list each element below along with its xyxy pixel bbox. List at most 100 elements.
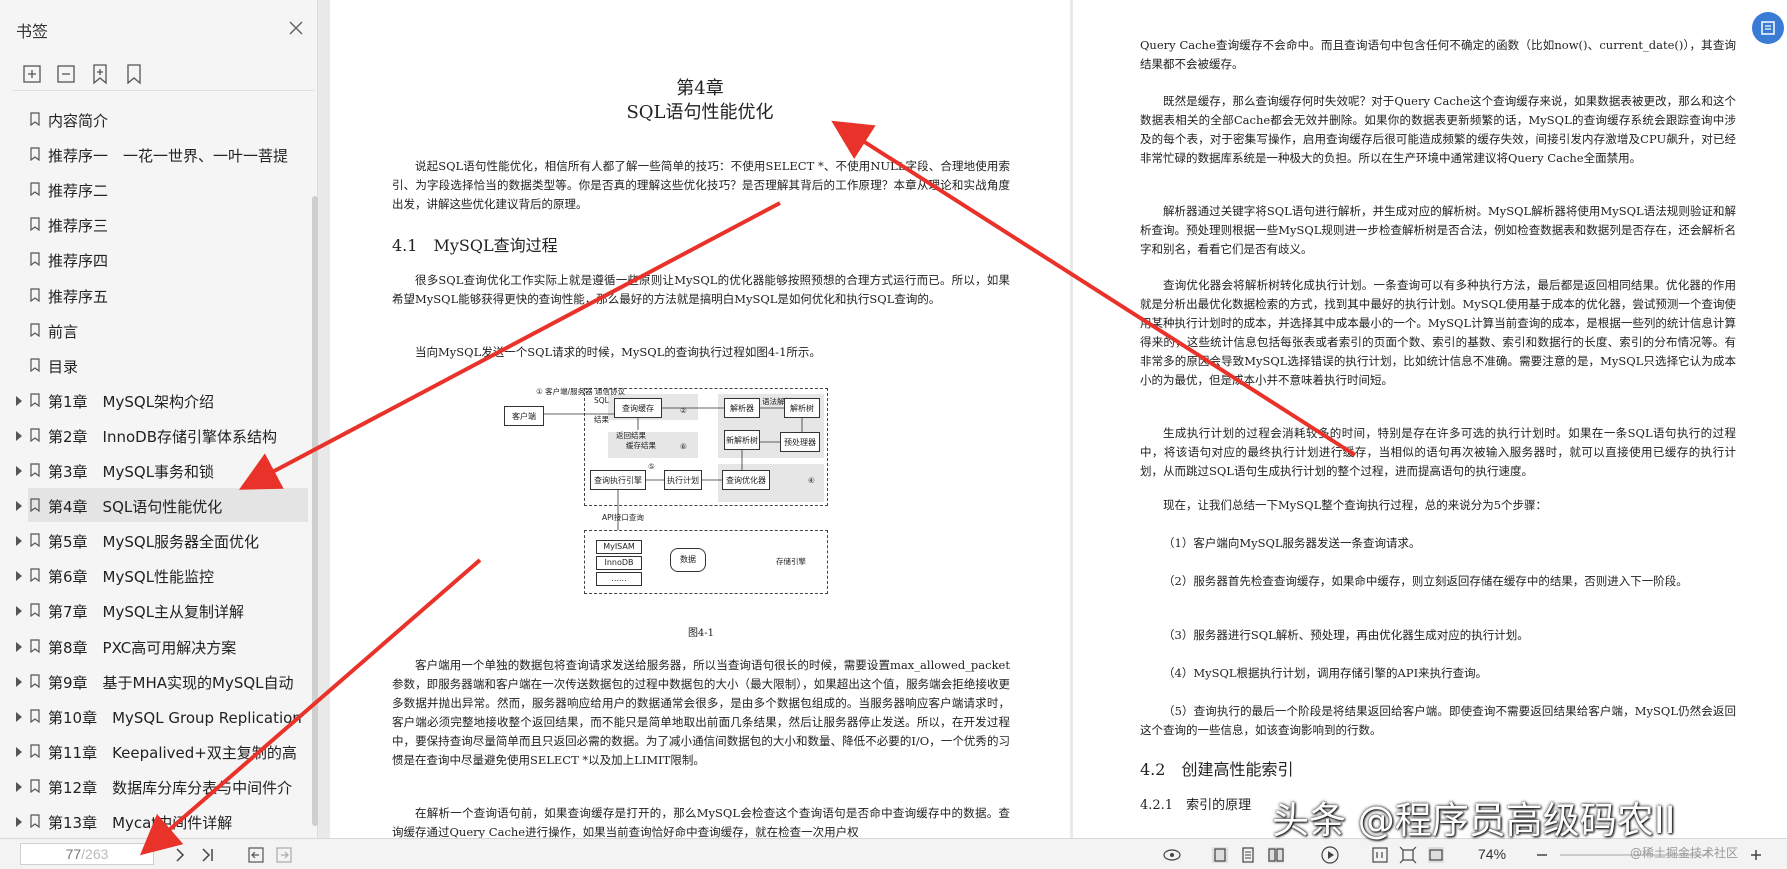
section-heading: 4.1 MySQL查询过程: [392, 236, 558, 255]
bookmark-item[interactable]: 推荐序五: [28, 278, 308, 312]
paragraph: 客户端用一个单独的数据包将查询请求发送给服务器，所以当查询语句很长的时候，需要设…: [392, 658, 1010, 767]
bookmark-label: 第5章 MySQL服务器全面优化: [48, 533, 260, 552]
bookmark-label: 推荐序一 一花一世界、一叶一菩提: [48, 147, 289, 166]
step-item: （4）MySQL根据执行计划，调用存储引擎的API来执行查询。: [1163, 666, 1488, 680]
bookmark-label: 前言: [48, 322, 79, 341]
bookmark-item[interactable]: 第4章 SQL语句性能优化: [16, 488, 308, 523]
close-icon[interactable]: [284, 16, 308, 40]
document-viewer: 第4章 SQL语句性能优化 说起SQL语句性能优化，相信所有人都了解一些简单的技…: [318, 0, 1787, 838]
bookmark-list: 内容简介推荐序一 一花一世界、一叶一菩提 推荐序二推荐序三推荐序四推荐序五前言目录…: [0, 102, 310, 838]
bookmark-item[interactable]: 第12章 数据库分库分表与中间件介: [16, 769, 308, 803]
forward-icon[interactable]: [274, 845, 294, 865]
figure-query-process: 客户端 ① 客户端/服务器 通信协议 SQL 结果 查询缓存 ② 解析器 语法解…: [490, 384, 870, 644]
bookmark-item[interactable]: 推荐序二: [28, 172, 308, 206]
chapter-number: 第4章: [676, 78, 724, 99]
bookmark-label: 第3章 MySQL事务和锁: [48, 463, 215, 481]
sidebar-toolbar: [0, 58, 318, 94]
expand-arrow-icon[interactable]: [16, 536, 22, 547]
bookmark-item[interactable]: 第11章 Keepalived+双主复制的高: [16, 734, 308, 768]
bookmark-item[interactable]: 推荐序四: [28, 242, 308, 276]
bookmark-label: 推荐序五: [48, 287, 109, 306]
bookmark-flag-icon: [30, 252, 40, 267]
continuous-page-icon[interactable]: [1238, 845, 1258, 865]
watermark-text: 头条 @程序员高级码农II: [1272, 799, 1676, 842]
bookmark-item[interactable]: 第7章 MySQL主从复制详解: [16, 593, 308, 627]
paragraph: Query Cache查询缓存不会命中。而且查询语句中包含任何不确定的函数（比如…: [1140, 38, 1736, 71]
fit-width-icon[interactable]: [1426, 845, 1446, 865]
bookmark-item[interactable]: 第5章 MySQL服务器全面优化: [16, 523, 308, 557]
expand-arrow-icon[interactable]: [16, 466, 22, 476]
eye-icon[interactable]: [1162, 845, 1182, 865]
intro-paragraph: 说起SQL语句性能优化，相信所有人都了解一些简单的技巧：不使用SELECT *、…: [392, 159, 1010, 211]
bookmark-item[interactable]: 第10章 MySQL Group Replication: [16, 699, 308, 733]
expand-arrow-icon[interactable]: [16, 430, 22, 441]
floating-action-button[interactable]: [1752, 12, 1784, 44]
last-page-icon[interactable]: [198, 845, 218, 865]
expand-arrow-icon[interactable]: [16, 676, 22, 687]
bookmark-item[interactable]: 推荐序三: [28, 207, 308, 241]
bookmark-sidebar: 书签 内容简介 推荐序一 一花一世界、一叶一菩提 推荐序二 推荐序三 推荐序四 …: [0, 0, 318, 838]
expand-arrow-icon[interactable]: [16, 571, 22, 582]
bookmark-label: 第2章 InnoDB存储引擎体系结构: [48, 427, 278, 446]
expand-arrow-icon[interactable]: [16, 817, 22, 827]
bookmark-item[interactable]: 第2章 InnoDB存储引擎体系结构: [16, 418, 308, 452]
bookmark-item[interactable]: 第9章 基于MHA实现的MySQL自动: [16, 664, 308, 698]
bookmark-label: 内容简介: [48, 112, 109, 130]
expand-arrow-icon[interactable]: [16, 606, 22, 617]
bookmark-item[interactable]: 目录: [28, 348, 308, 382]
bookmark-label: 推荐序二: [48, 182, 109, 201]
collapse-all-icon[interactable]: [54, 62, 78, 86]
bookmark-flag-icon: [30, 358, 40, 372]
bookmark-flag-icon: [30, 428, 40, 442]
section-heading: 4.2 创建高性能索引: [1140, 760, 1294, 779]
paragraph: 解析器通过关键字将SQL语句进行解析，并生成对应的解析树。MySQL解析器将使用…: [1140, 204, 1736, 256]
expand-arrow-icon[interactable]: [16, 501, 22, 512]
document-icon: [1761, 21, 1775, 35]
watermark-subtext: @稀土掘金技术社区: [1630, 846, 1739, 860]
zoom-level[interactable]: 74%: [1478, 846, 1506, 862]
play-icon[interactable]: [1320, 845, 1340, 865]
zoom-out-icon[interactable]: [1532, 845, 1552, 865]
chapter-title: SQL语句性能优化: [626, 102, 774, 123]
bookmark-item[interactable]: 内容简介: [28, 102, 308, 136]
page-number-input[interactable]: 77/263: [20, 843, 154, 865]
two-page-icon[interactable]: [1266, 845, 1286, 865]
pdf-page-right: Query Cache查询缓存不会命中。而且查询语句中包含任何不确定的函数（比如…: [1073, 0, 1787, 838]
bookmark-icon[interactable]: [122, 62, 146, 86]
bookmark-item[interactable]: 第13章 Mycat中间件详解: [16, 804, 308, 838]
expand-all-icon[interactable]: [20, 62, 44, 86]
bookmark-label: 推荐序四: [48, 252, 109, 271]
expand-arrow-icon[interactable]: [16, 781, 22, 792]
bookmark-item[interactable]: 推荐序一 一花一世界、一叶一菩提: [28, 137, 308, 171]
paragraph: 在解析一个查询语句前，如果查询缓存是打开的，那么MySQL会检查这个查询语句是否…: [392, 806, 1010, 838]
current-page: 77: [65, 846, 82, 862]
expand-arrow-icon[interactable]: [16, 641, 22, 652]
bookmark-flag-icon: [30, 603, 40, 618]
bookmark-item[interactable]: 第6章 MySQL性能监控: [16, 558, 308, 592]
bookmark-flag-icon: [30, 322, 40, 337]
bookmark-item[interactable]: 第1章 MySQL架构介绍: [16, 383, 308, 417]
bookmark-item[interactable]: 第3章 MySQL事务和锁: [16, 453, 308, 487]
sidebar-header: 书签: [0, 0, 318, 58]
bookmark-item[interactable]: 第8章 PXC高可用解决方案: [16, 629, 308, 663]
bookmark-flag-icon: [30, 147, 40, 162]
step-item: （5）查询执行的最后一个阶段是将结果返回给客户端。即使查询不需要返回结果给客户端…: [1140, 704, 1736, 737]
add-bookmark-icon[interactable]: [88, 62, 112, 86]
bookmark-item[interactable]: 前言: [28, 313, 308, 347]
bookmark-label: 第4章 SQL语句性能优化: [48, 498, 223, 517]
bookmark-label: 目录: [48, 357, 79, 376]
next-page-icon[interactable]: [170, 845, 190, 865]
back-icon[interactable]: [246, 845, 266, 865]
expand-arrow-icon[interactable]: [16, 395, 22, 406]
step-item: （3）服务器进行SQL解析、预处理，再由优化器生成对应的执行计划。: [1163, 628, 1529, 642]
paragraph: 当向MySQL发送一个SQL请求的时候，MySQL的查询执行过程如图4-1所示。: [415, 345, 821, 359]
fit-page-icon[interactable]: [1398, 845, 1418, 865]
bookmark-label: 第10章 MySQL Group Replication: [48, 708, 302, 727]
expand-arrow-icon[interactable]: [16, 746, 22, 757]
expand-arrow-icon[interactable]: [16, 711, 22, 722]
zoom-in-icon[interactable]: [1746, 845, 1766, 865]
step-item: （1）客户端向MySQL服务器发送一条查询请求。: [1163, 536, 1421, 550]
actual-size-icon[interactable]: [1370, 845, 1390, 865]
single-page-icon[interactable]: [1210, 845, 1230, 865]
paragraph: 生成执行计划的过程会消耗较多的时间，特别是存在许多可选的执行计划时。如果在一条S…: [1140, 426, 1736, 478]
